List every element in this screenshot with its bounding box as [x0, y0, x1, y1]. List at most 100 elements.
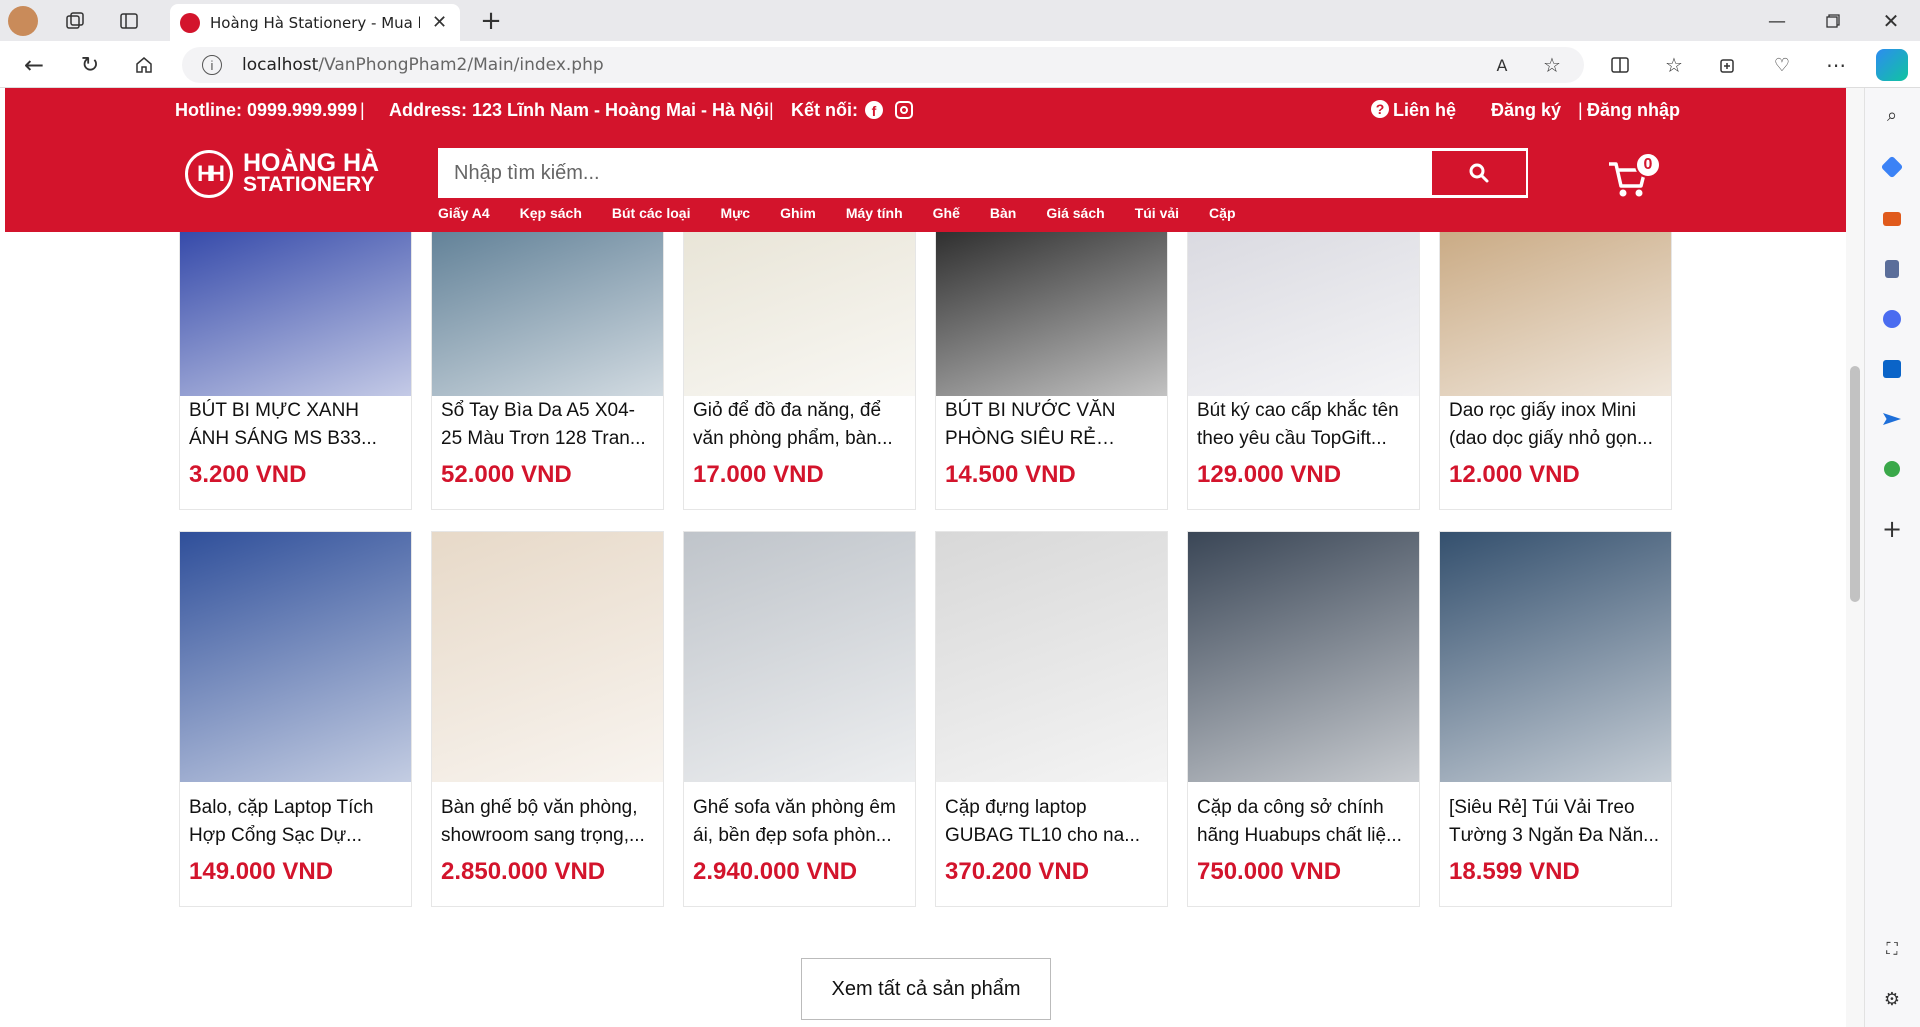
- category-item[interactable]: Túi vải: [1135, 205, 1179, 221]
- product-card[interactable]: Cặp đựng laptop GUBAG TL10 cho na... 370…: [935, 531, 1168, 907]
- product-image[interactable]: [432, 232, 663, 396]
- site-header: Hotline: 0999.999.999 | Address: 123 Lĩn…: [5, 88, 1846, 232]
- settings-gear-icon[interactable]: ⚙: [1879, 986, 1905, 1012]
- url-path: /VanPhongPham2/Main/index.php: [318, 55, 604, 75]
- product-name[interactable]: [Siêu Rẻ] Túi Vải Treo Tường 3 Ngăn Đa N…: [1449, 794, 1664, 850]
- product-name[interactable]: Bàn ghế bộ văn phòng, showroom sang trọn…: [441, 794, 656, 850]
- tab-actions-icon[interactable]: [116, 8, 142, 34]
- restore-icon[interactable]: [1818, 6, 1848, 36]
- product-card[interactable]: Dao rọc giấy inox Mini (dao dọc giấy nhỏ…: [1439, 232, 1672, 510]
- category-item[interactable]: Bút các loại: [612, 205, 691, 221]
- search-icon[interactable]: ⌕: [1879, 102, 1905, 128]
- category-item[interactable]: Ghế: [933, 205, 960, 221]
- collections-icon[interactable]: [1714, 51, 1742, 79]
- workspaces-icon[interactable]: [62, 8, 88, 34]
- category-item[interactable]: Ghim: [780, 205, 816, 221]
- facebook-icon[interactable]: f: [865, 101, 883, 119]
- product-card[interactable]: BÚT BI MỰC XANH ÁNH SÁNG MS B33... 3.200…: [179, 232, 412, 510]
- profile-avatar[interactable]: [8, 6, 38, 36]
- category-item[interactable]: Máy tính: [846, 205, 903, 221]
- send-icon[interactable]: [1879, 406, 1905, 432]
- product-image[interactable]: [684, 232, 915, 396]
- product-card[interactable]: Giỏ để đồ đa năng, để văn phòng phẩm, bà…: [683, 232, 916, 510]
- product-image[interactable]: [936, 232, 1167, 396]
- category-item[interactable]: Kẹp sách: [520, 205, 582, 221]
- product-card[interactable]: BÚT BI NƯỚC VĂN PHÒNG SIÊU RẺ SIÊU... 14…: [935, 232, 1168, 510]
- add-sidebar-app-icon[interactable]: +: [1879, 515, 1905, 543]
- view-all-products-button[interactable]: Xem tất cả sản phẩm: [801, 958, 1051, 1020]
- separator: |: [360, 100, 365, 120]
- product-name[interactable]: Bút ký cao cấp khắc tên theo yêu cầu Top…: [1197, 397, 1412, 453]
- active-tab[interactable]: Hoàng Hà Stationery - Mua bán ✕: [170, 4, 460, 41]
- category-item[interactable]: Cặp: [1209, 205, 1235, 221]
- back-icon[interactable]: ←: [20, 51, 48, 79]
- product-card[interactable]: Bàn ghế bộ văn phòng, showroom sang trọn…: [431, 531, 664, 907]
- more-options-icon[interactable]: ⋯: [1822, 51, 1850, 79]
- product-card[interactable]: Balo, cặp Laptop Tích Hợp Cổng Sạc Dự...…: [179, 531, 412, 907]
- site-logo[interactable]: HH HOÀNG HÀ STATIONERY: [185, 150, 379, 198]
- cart-count-badge: 0: [1635, 152, 1661, 178]
- split-screen-icon[interactable]: [1606, 51, 1634, 79]
- product-name[interactable]: Cặp đựng laptop GUBAG TL10 cho na...: [945, 794, 1160, 850]
- home-icon[interactable]: [130, 51, 158, 79]
- refresh-icon[interactable]: ↻: [76, 51, 104, 79]
- product-name[interactable]: BÚT BI NƯỚC VĂN PHÒNG SIÊU RẺ SIÊU...: [945, 397, 1160, 453]
- shopping-tag-icon[interactable]: [1879, 154, 1905, 180]
- category-item[interactable]: Giấy A4: [438, 205, 490, 221]
- games-icon[interactable]: [1879, 256, 1905, 282]
- product-image[interactable]: [180, 232, 411, 396]
- product-image[interactable]: [936, 532, 1167, 782]
- favorite-star-icon[interactable]: ☆: [1538, 51, 1566, 79]
- read-aloud-icon[interactable]: A: [1488, 51, 1516, 79]
- product-name[interactable]: Dao rọc giấy inox Mini (dao dọc giấy nhỏ…: [1449, 397, 1664, 453]
- product-image[interactable]: [432, 532, 663, 782]
- product-image[interactable]: [1440, 232, 1671, 396]
- category-item[interactable]: Mực: [720, 205, 750, 221]
- product-name[interactable]: Cặp da công sở chính hãng Huabups chất l…: [1197, 794, 1412, 850]
- minimize-icon[interactable]: —: [1762, 6, 1792, 36]
- cart-button[interactable]: 0: [1607, 152, 1661, 202]
- login-link[interactable]: Đăng nhập: [1587, 100, 1680, 121]
- product-image[interactable]: [1188, 532, 1419, 782]
- product-image[interactable]: [684, 532, 915, 782]
- page-scrollbar[interactable]: [1846, 88, 1864, 1027]
- search-button[interactable]: [1432, 151, 1526, 195]
- category-nav: Giấy A4 Kẹp sách Bút các loại Mực Ghim M…: [438, 205, 1266, 221]
- scrollbar-thumb[interactable]: [1850, 366, 1860, 602]
- site-info-icon[interactable]: i: [202, 55, 222, 75]
- new-tab-icon[interactable]: +: [476, 6, 506, 36]
- close-tab-icon[interactable]: ✕: [432, 12, 447, 33]
- product-price: 17.000 VND: [693, 461, 824, 488]
- product-card[interactable]: Bút ký cao cấp khắc tên theo yêu cầu Top…: [1187, 232, 1420, 510]
- search-input[interactable]: [440, 150, 1430, 196]
- product-name[interactable]: Giỏ để đồ đa năng, để văn phòng phẩm, bà…: [693, 397, 908, 453]
- product-card[interactable]: Ghế sofa văn phòng êm ái, bền đẹp sofa p…: [683, 531, 916, 907]
- product-name[interactable]: Sổ Tay Bìa Da A5 X04-25 Màu Trơn 128 Tra…: [441, 397, 656, 453]
- product-name[interactable]: Ghế sofa văn phòng êm ái, bền đẹp sofa p…: [693, 794, 908, 850]
- browser-essentials-icon[interactable]: ♡: [1768, 51, 1796, 79]
- category-item[interactable]: Giá sách: [1046, 205, 1104, 221]
- product-image[interactable]: [1188, 232, 1419, 396]
- product-card[interactable]: Sổ Tay Bìa Da A5 X04-25 Màu Trơn 128 Tra…: [431, 232, 664, 510]
- microsoft-365-icon[interactable]: [1879, 306, 1905, 332]
- contact-link[interactable]: Liên hệ: [1393, 100, 1456, 121]
- product-name[interactable]: BÚT BI MỰC XANH ÁNH SÁNG MS B33...: [189, 397, 404, 453]
- product-name[interactable]: Balo, cặp Laptop Tích Hợp Cổng Sạc Dự...: [189, 794, 404, 850]
- close-window-icon[interactable]: ✕: [1876, 6, 1906, 36]
- tree-icon[interactable]: [1879, 456, 1905, 482]
- screenshot-icon[interactable]: ⛶: [1879, 936, 1905, 962]
- url-field[interactable]: i localhost/VanPhongPham2/Main/index.php…: [182, 47, 1584, 83]
- tools-icon[interactable]: [1879, 206, 1905, 232]
- address-text: Address: 123 Lĩnh Nam - Hoàng Mai - Hà N…: [389, 100, 770, 120]
- category-item[interactable]: Bàn: [990, 205, 1016, 221]
- product-card[interactable]: [Siêu Rẻ] Túi Vải Treo Tường 3 Ngăn Đa N…: [1439, 531, 1672, 907]
- instagram-icon[interactable]: [895, 101, 913, 119]
- product-card[interactable]: Cặp da công sở chính hãng Huabups chất l…: [1187, 531, 1420, 907]
- outlook-icon[interactable]: [1879, 356, 1905, 382]
- product-image[interactable]: [180, 532, 411, 782]
- product-price: 2.940.000 VND: [693, 858, 858, 885]
- register-link[interactable]: Đăng ký: [1491, 100, 1561, 121]
- favorites-icon[interactable]: ☆: [1660, 51, 1688, 79]
- copilot-icon[interactable]: [1876, 49, 1908, 81]
- product-image[interactable]: [1440, 532, 1671, 782]
